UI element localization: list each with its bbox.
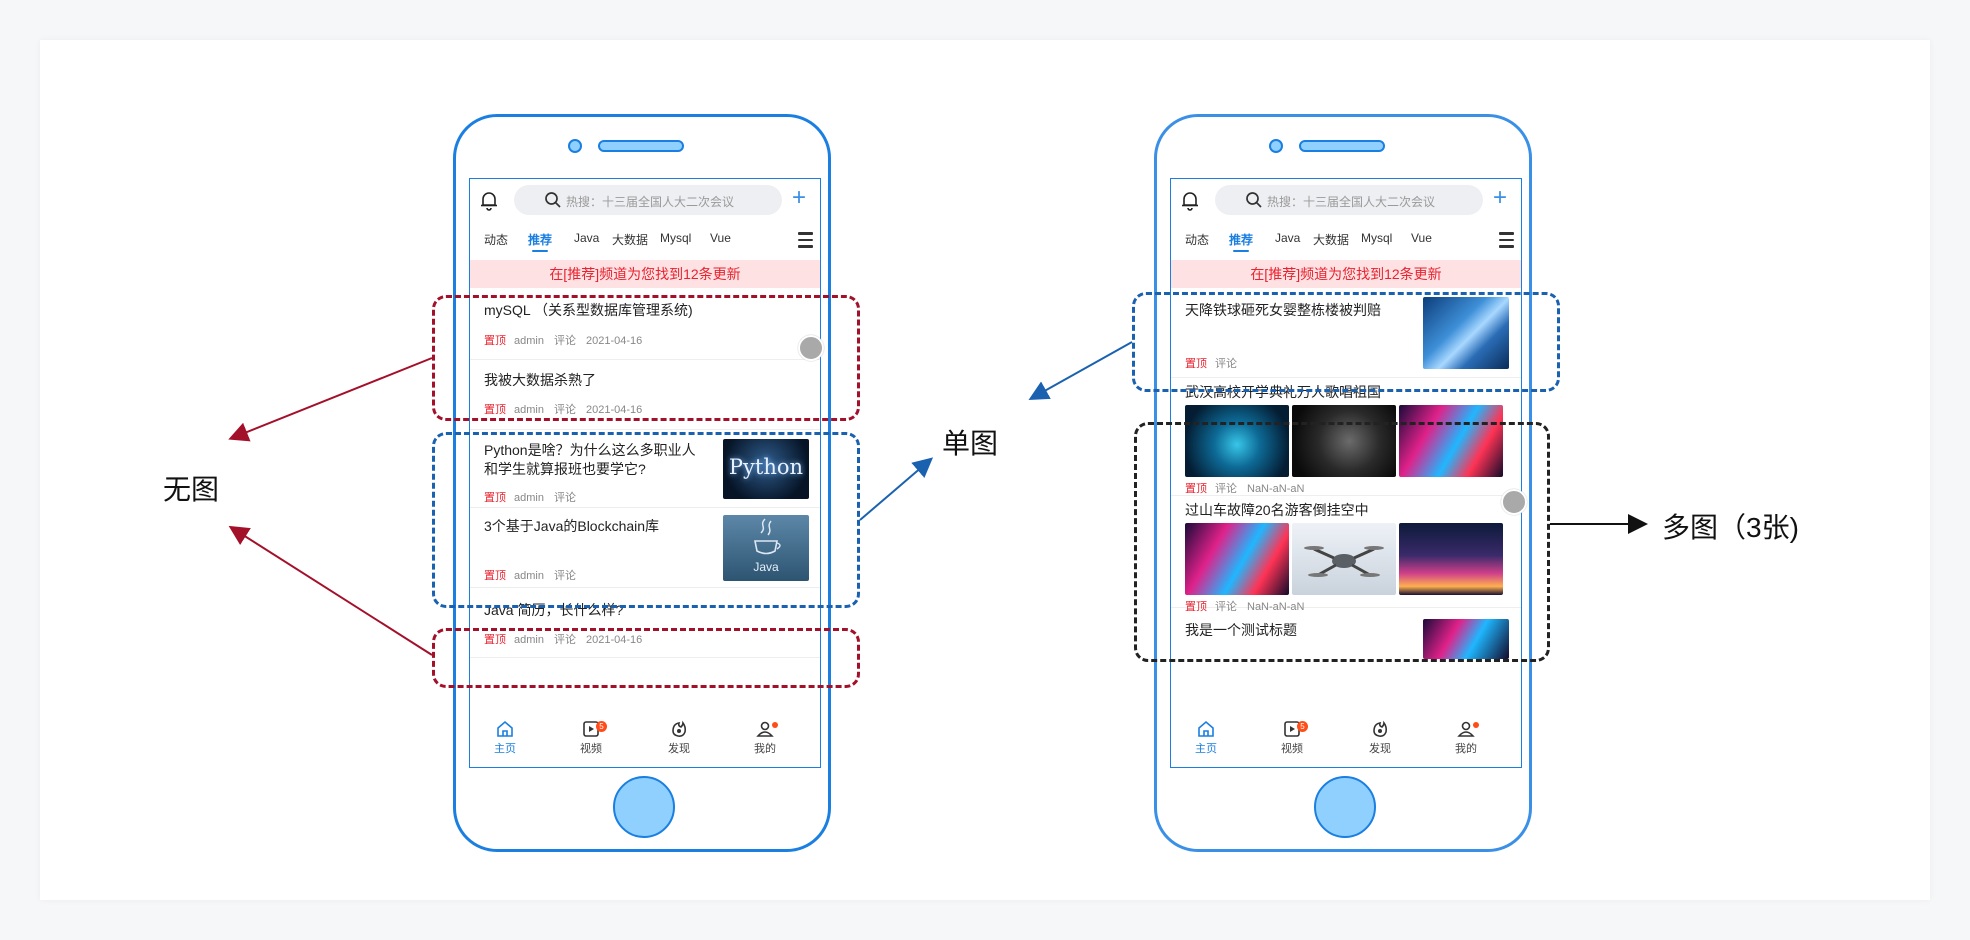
annotation-arrows xyxy=(228,341,1648,656)
label-single-image: 单图 xyxy=(942,428,999,459)
arrow-no-image-2 xyxy=(228,525,433,656)
label-multi-image: 多图（3张) xyxy=(1662,512,1799,543)
label-no-image: 无图 xyxy=(163,474,220,505)
arrow-single-image-1 xyxy=(859,457,934,521)
arrow-no-image-1 xyxy=(228,357,433,442)
arrow-single-image-2 xyxy=(1028,341,1133,400)
